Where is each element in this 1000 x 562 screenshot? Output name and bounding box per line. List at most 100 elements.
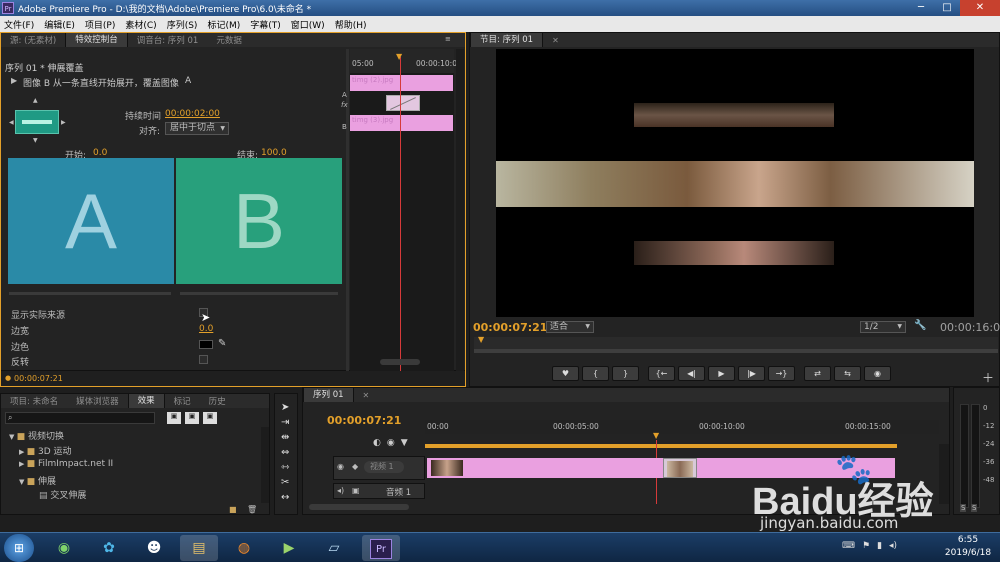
border-color-swatch[interactable] <box>199 340 213 349</box>
arrow-left-icon[interactable]: ◀ <box>9 119 14 126</box>
tab-sequence[interactable]: 序列 01 <box>303 388 354 402</box>
menu-edit[interactable]: 编辑(E) <box>44 18 75 31</box>
menu-window[interactable]: 窗口(W) <box>291 18 325 31</box>
menu-project[interactable]: 项目(P) <box>85 18 115 31</box>
tab-effect-controls[interactable]: 特效控制台 <box>65 33 128 47</box>
app-window-icon[interactable]: ▱ <box>315 535 353 561</box>
lock-icon[interactable]: ◆ <box>352 462 358 471</box>
end-slider[interactable] <box>180 292 338 295</box>
play-transition-icon[interactable]: ▶ <box>11 76 17 85</box>
audio-track-header[interactable]: ◂) ▣ 音频 1 <box>333 483 425 499</box>
yuv-effects-icon[interactable]: ▣ <box>203 412 217 424</box>
add-marker-icon[interactable]: ▼ <box>401 438 408 448</box>
tab-effects[interactable]: 效果 <box>127 394 165 408</box>
tab-metadata[interactable]: 元数据 <box>207 34 251 46</box>
network-icon[interactable]: ▮ <box>877 541 882 551</box>
go-to-in-button[interactable]: {← <box>648 366 675 381</box>
tab-close-icon[interactable]: ✕ <box>354 391 379 400</box>
lift-button[interactable]: ⇄ <box>804 366 831 381</box>
transition-on-timeline[interactable] <box>663 458 697 478</box>
start-button-icon[interactable]: ⊞ <box>4 534 34 562</box>
mini-transition[interactable] <box>386 95 420 111</box>
tree-row-4[interactable]: ▤ 交叉伸展 <box>39 488 86 501</box>
extract-button[interactable]: ⇆ <box>834 366 861 381</box>
align-select[interactable]: 居中于切点 ▼ <box>165 122 229 135</box>
menu-title[interactable]: 字幕(T) <box>250 18 281 31</box>
tab-media-browser[interactable]: 媒体浏览器 <box>67 395 128 407</box>
media-player-icon[interactable]: ▶ <box>270 535 308 561</box>
reverse-checkbox[interactable] <box>199 355 208 364</box>
panel-menu-icon[interactable]: ≡ <box>445 35 451 43</box>
mark-in-button[interactable]: { <box>582 366 609 381</box>
menu-file[interactable]: 文件(F) <box>4 18 34 31</box>
selection-tool-icon[interactable]: ➤ <box>281 400 289 415</box>
mini-clip-a[interactable]: timg (2).jpg <box>350 75 453 91</box>
mini-clip-b[interactable]: timg (3).jpg <box>350 115 453 131</box>
keyboard-icon[interactable]: ⌨ <box>842 541 855 551</box>
timeline-current-time[interactable]: 00:00:07:21 <box>327 414 401 427</box>
zoom-bar[interactable] <box>474 349 998 353</box>
ripple-edit-tool-icon[interactable]: ⇹ <box>281 430 289 445</box>
export-frame-button[interactable]: ◉ <box>864 366 891 381</box>
program-current-time[interactable]: 00:00:07:21 <box>473 321 547 334</box>
timeline-ruler[interactable]: 00:00 00:00:05:00 00:00:10:00 00:00:15:0… <box>425 420 939 434</box>
menu-marker[interactable]: 标记(M) <box>207 18 240 31</box>
quality-select[interactable]: 1/2 ▼ <box>860 321 906 333</box>
timeline-v-scrollbar[interactable] <box>939 444 949 504</box>
add-button-icon[interactable]: ＋ <box>982 369 994 386</box>
border-width-value[interactable]: 0.0 <box>199 324 213 334</box>
tab-project[interactable]: 项目: 未命名 <box>1 395 67 407</box>
duration-value[interactable]: 00:00:02:00 <box>165 109 220 119</box>
ie-browser-icon[interactable]: ✿ <box>90 535 128 561</box>
go-to-out-button[interactable]: →} <box>768 366 795 381</box>
browser-360-icon[interactable]: ◉ <box>45 535 83 561</box>
tree-row-0[interactable]: ▼ ■ 视频切换 <box>9 429 64 442</box>
video-track-header[interactable]: ◉ ◆ 视频 1 <box>333 456 425 480</box>
firefox-icon[interactable]: ◍ <box>225 535 263 561</box>
timeline-playhead-handle-icon[interactable]: ▼ <box>653 431 659 440</box>
track-select-tool-icon[interactable]: ⇥ <box>281 415 289 430</box>
mark-out-button[interactable]: } <box>612 366 639 381</box>
menu-help[interactable]: 帮助(H) <box>335 18 367 31</box>
tab-markers[interactable]: 标记 <box>165 395 200 407</box>
arrow-up-icon[interactable]: ▲ <box>33 97 38 104</box>
tree-row-1[interactable]: ▶ ■ 3D 运动 <box>19 444 72 457</box>
flag-icon[interactable]: ⚑ <box>862 541 870 551</box>
tab-audio-mixer[interactable]: 调音台: 序列 01 <box>128 34 208 46</box>
premiere-taskbar-button[interactable]: Pr <box>362 535 400 561</box>
snap-icon[interactable]: ◐ <box>373 438 381 448</box>
menu-clip[interactable]: 素材(C) <box>125 18 156 31</box>
tab-program[interactable]: 节目: 序列 01 <box>470 33 544 47</box>
step-forward-button[interactable]: |▶ <box>738 366 765 381</box>
solo-left-button[interactable]: S <box>960 504 967 512</box>
mini-scrollbar[interactable] <box>380 359 420 365</box>
tab-source[interactable]: 源: (无素材) <box>1 34 65 46</box>
clock-time[interactable]: 6:55 <box>946 535 990 545</box>
32bit-effects-icon[interactable]: ▣ <box>185 412 199 424</box>
accelerated-effects-icon[interactable]: ▣ <box>167 412 181 424</box>
eye-icon[interactable]: ◉ <box>337 462 344 471</box>
tab-close-icon[interactable]: ✕ <box>543 36 568 45</box>
menu-sequence[interactable]: 序列(S) <box>167 18 198 31</box>
wrench-icon[interactable]: 🔧 <box>914 320 926 331</box>
start-slider[interactable] <box>9 292 171 295</box>
clock-date[interactable]: 2019/6/18 <box>940 548 996 558</box>
minimize-button[interactable]: ─ <box>908 0 934 16</box>
scrubber-playhead-icon[interactable]: ▼ <box>478 335 484 344</box>
arrow-right-icon[interactable]: ▶ <box>61 119 66 126</box>
tree-row-3[interactable]: ▼ ■ 伸展 <box>19 474 56 487</box>
fit-select[interactable]: 适合 ▼ <box>546 321 594 333</box>
program-scrubber[interactable]: ▼ <box>474 335 998 353</box>
work-area-bar[interactable] <box>425 444 897 448</box>
rolling-edit-tool-icon[interactable]: ⇔ <box>281 445 289 460</box>
close-button[interactable]: ✕ <box>960 0 1000 16</box>
sync-lock-icon[interactable]: ▣ <box>352 486 360 495</box>
qq-icon[interactable]: ☻ <box>135 535 173 561</box>
new-folder-icon[interactable]: ■ <box>229 505 237 514</box>
tree-row-2[interactable]: ▶ ■ FilmImpact.net II <box>19 459 113 469</box>
effects-scrollbar[interactable] <box>261 427 269 503</box>
marker-icon[interactable]: ◉ <box>387 438 395 448</box>
maximize-button[interactable]: □ <box>934 0 960 16</box>
speaker-icon[interactable]: ◂) <box>337 486 344 495</box>
delete-icon[interactable]: 🗑 <box>247 505 257 514</box>
